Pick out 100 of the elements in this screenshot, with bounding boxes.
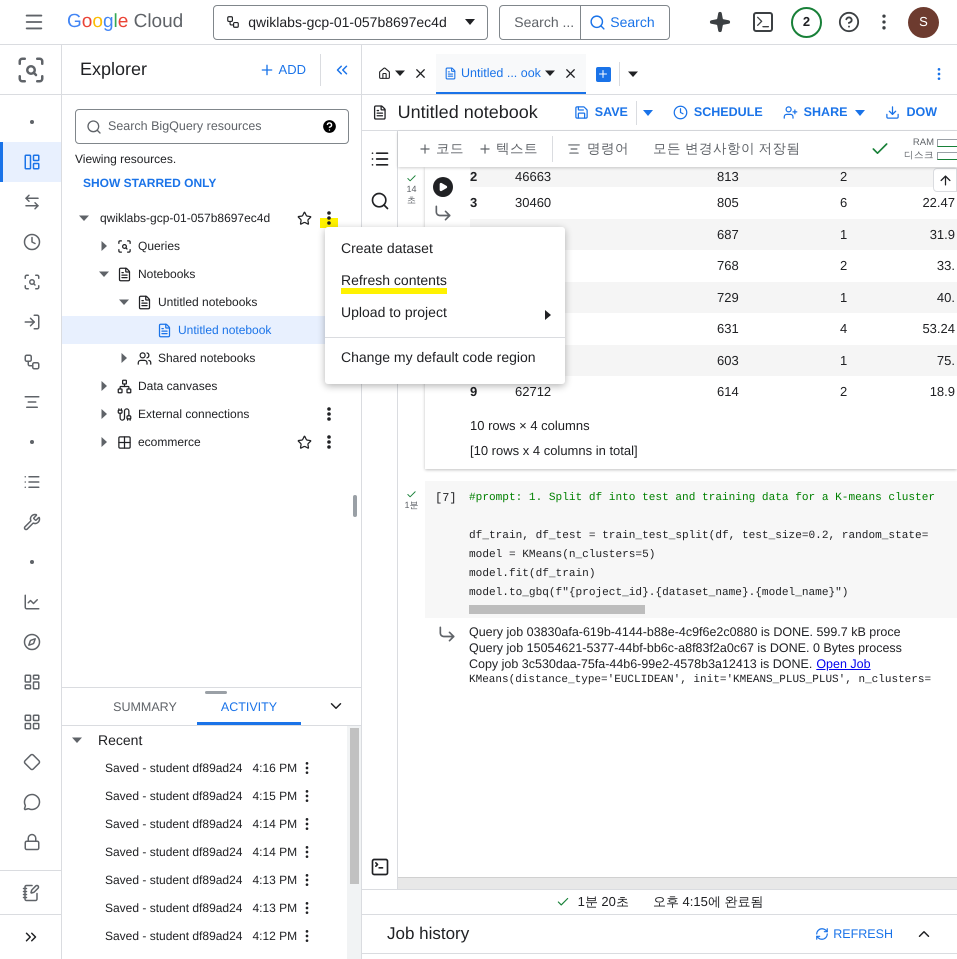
starred-link[interactable]: SHOW STARRED ONLY (83, 174, 216, 192)
scrollbar-thumb[interactable] (353, 495, 357, 517)
toolbar-button[interactable]: SCHEDULE (672, 103, 763, 122)
table-cell-text: 813 (717, 168, 740, 186)
star-icon[interactable] (297, 434, 312, 450)
notebook-icon (444, 66, 457, 80)
sparkle-icon[interactable] (709, 11, 731, 33)
expand-caret-icon[interactable] (72, 735, 82, 745)
activity-time: 4:14 PM (252, 816, 298, 833)
tree-label[interactable]: ecommerce (138, 433, 201, 451)
section-title: Recent (98, 730, 142, 750)
add-text-button[interactable]: 텍스트 (478, 138, 538, 160)
project-picker[interactable]: qwiklabs-gcp-01-057b8697ec4d (213, 4, 488, 40)
tree-label[interactable]: qwiklabs-gcp-01-057b8697ec4d (100, 209, 270, 227)
tree-label[interactable]: Untitled notebooks (158, 293, 258, 311)
panel-title: Explorer (80, 58, 148, 81)
tree-label[interactable]: Shared notebooks (158, 349, 256, 367)
search-input[interactable]: Search ... (500, 12, 580, 32)
output-line: Copy job 3c530daa-75fa-44b6-99e2-4578b3a12413 is DONE. (469, 656, 812, 672)
run-time: 1분 (404, 500, 418, 510)
expand-caret-icon[interactable] (99, 381, 109, 391)
output-line: Query job 03830afa-619b-4144-b88e-4c9f6e2c0880 is DONE. 599.7 kB proce (469, 624, 901, 640)
pipeline-icon (23, 313, 41, 331)
panel-tab[interactable]: SUMMARY (93, 693, 197, 725)
table-cell-text: 31.9 (930, 226, 956, 244)
editor-tab[interactable]: Untitled ... ook (436, 54, 586, 94)
search-button[interactable]: Search (580, 6, 670, 38)
add-person-icon (782, 105, 798, 120)
add-button[interactable]: ADD (256, 60, 308, 80)
selected-tree-row[interactable]: Untitled notebook (62, 316, 325, 344)
run-button[interactable] (433, 177, 453, 197)
more-icon (327, 435, 331, 449)
expand-caret-icon[interactable] (119, 353, 129, 363)
expand-caret-icon[interactable] (99, 269, 109, 279)
table-cell-text: 46663 (515, 168, 552, 186)
menu-item[interactable]: Change my default code region (341, 349, 536, 371)
horizontal-scrollbar[interactable] (398, 877, 957, 889)
add-code-button[interactable]: 코드 (418, 138, 464, 160)
output-icon[interactable] (437, 624, 457, 644)
search-input[interactable]: Search BigQuery resources (108, 117, 315, 136)
notebook-icon (372, 104, 388, 121)
terminal-icon[interactable] (753, 12, 773, 32)
search-icon[interactable] (370, 191, 390, 211)
notification-badge[interactable]: 2 (791, 6, 822, 38)
table-cell-text: 805 (717, 194, 740, 212)
tree-label[interactable]: Queries (138, 237, 180, 255)
table-cell-text: 4 (840, 320, 848, 338)
terminal-icon[interactable] (370, 857, 390, 877)
scroll-up-button[interactable] (933, 168, 957, 192)
scrollbar-thumb[interactable] (350, 728, 358, 884)
expand-caret-icon[interactable] (99, 241, 109, 251)
refresh-button[interactable]: REFRESH (815, 924, 893, 944)
table-cell-text: 1 (840, 226, 848, 244)
menu-item[interactable]: Refresh contents (341, 272, 447, 294)
menu-item[interactable]: Create dataset (341, 240, 433, 262)
clock-icon (672, 105, 688, 120)
tree-label[interactable]: Untitled notebook (178, 321, 272, 339)
toolbar-button[interactable]: SHARE (782, 103, 848, 122)
clock-icon (23, 233, 41, 251)
drag-handle[interactable] (205, 691, 227, 694)
caret-icon[interactable] (395, 68, 405, 78)
toolbar-button[interactable]: DOW (885, 103, 937, 122)
toolbar-button[interactable]: SAVE (574, 103, 628, 122)
tree-label[interactable]: External connections (138, 405, 250, 423)
commands-button[interactable]: 명령어 (567, 138, 629, 160)
tree-label[interactable]: Data canvases (138, 377, 218, 395)
disk-label: 디스크 (904, 149, 934, 162)
table-cell-text: 30460 (515, 194, 552, 212)
activity-text: Saved - student df89ad24 (105, 900, 242, 917)
table-cell-text: 33. (936, 257, 956, 275)
table-cell-text: 631 (717, 320, 740, 338)
expand-caret-icon[interactable] (99, 437, 109, 447)
star-icon[interactable] (297, 210, 312, 226)
caret-icon[interactable] (544, 68, 555, 78)
notes-icon[interactable] (22, 884, 40, 902)
search-bar[interactable]: Search ... Search (499, 4, 670, 40)
caret-icon[interactable] (465, 19, 476, 25)
table-cell-text: 62712 (515, 383, 552, 401)
caret-icon[interactable] (628, 69, 638, 79)
tree-label[interactable]: Notebooks (138, 265, 196, 283)
scrollbar-thumb[interactable] (469, 604, 645, 614)
activity-time: 4:13 PM (252, 900, 298, 917)
avatar[interactable]: S (908, 6, 939, 38)
expand-caret-icon[interactable] (99, 409, 109, 419)
menu-item[interactable]: Upload to project (341, 304, 447, 326)
open-job-link[interactable]: Open Job (816, 656, 871, 672)
notebook-icon (137, 294, 152, 310)
nav-item[interactable] (0, 142, 61, 182)
help-icon[interactable] (838, 11, 860, 33)
expand-caret-icon[interactable] (119, 297, 129, 307)
logo-text[interactable]: Google Cloud (67, 8, 184, 36)
panel-tab[interactable]: ACTIVITY (197, 693, 301, 725)
download-icon (885, 105, 900, 120)
search-icon (589, 14, 606, 30)
output-icon[interactable] (433, 203, 453, 223)
code-line: model.to_gbq(f"{project_id}.{dataset_name}.{model_name}") (469, 586, 850, 600)
search-field[interactable]: Search BigQuery resources (75, 109, 349, 144)
new-tab-button[interactable] (596, 66, 611, 82)
activity-text: Saved - student df89ad24 (105, 816, 242, 833)
expand-caret-icon[interactable] (79, 213, 89, 223)
